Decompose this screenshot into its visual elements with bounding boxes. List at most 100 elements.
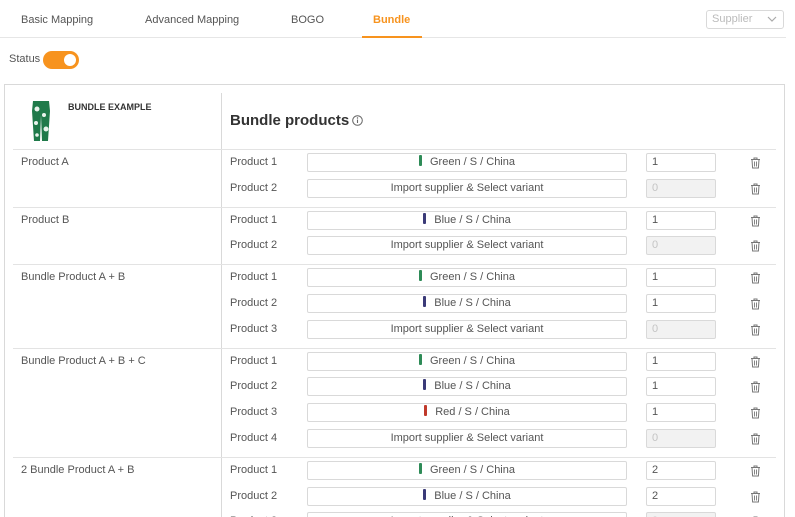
import-supplier-button[interactable]: Import supplier & Select variant [307,236,627,256]
variant-selector[interactable]: Red / S / China [307,403,627,423]
variant-selector[interactable]: Green / S / China [307,460,627,480]
group-separator [13,206,776,208]
product-thumbnail [32,101,50,141]
quantity-input[interactable]: 1 [646,210,716,230]
quantity-input[interactable]: 2 [646,460,716,480]
variant-text: Import supplier & Select variant [390,432,544,444]
variant-text: Green / S / China [430,156,515,168]
product-slot-label: Product 3 [230,322,278,335]
quantity-input: 0 [646,429,716,448]
variant-selector[interactable]: Green / S / China [307,268,627,288]
variant-selector[interactable]: Green / S / China [307,351,627,371]
delete-icon[interactable] [750,183,761,195]
delete-icon[interactable] [750,157,761,169]
delete-icon[interactable] [750,272,761,284]
supplier-select-placeholder: Supplier [712,13,753,25]
import-supplier-button[interactable]: Import supplier & Select variant [307,319,627,339]
variant-swatch-icon [419,353,422,365]
variant-selector[interactable]: Blue / S / China [307,210,627,230]
variant-swatch-icon [423,212,427,224]
variant-text: Import supplier & Select variant [390,239,544,252]
variant-text: Green / S / China [430,463,515,476]
variant-selector[interactable]: Blue / S / China [307,294,627,313]
product-slot-label: Product 1 [230,271,278,284]
bundle-group-name: Bundle Product A + B + C [21,354,146,367]
group-separator [13,264,776,266]
bundle-group-name: 2 Bundle Product A + B [21,463,135,476]
supplier-select[interactable]: Supplier [706,10,784,29]
product-slot-label: Product 1 [230,213,278,226]
variant-text: Red / S / China [435,406,510,419]
delete-icon[interactable] [750,381,761,393]
variant-selector[interactable]: Blue / S / China [307,486,627,506]
product-slot-label: Product 2 [230,380,278,393]
quantity-input[interactable]: 1 [646,351,716,371]
variant-text: Blue / S / China [434,297,511,309]
product-slot-label: Product 4 [230,432,278,444]
group-separator [13,456,776,458]
variant-swatch-icon [419,270,422,282]
bundle-example-label: BUNDLE EXAMPLE [68,102,152,112]
variant-swatch-icon [423,379,427,391]
info-icon[interactable] [352,115,363,126]
delete-icon[interactable] [750,433,761,445]
status-toggle[interactable] [43,51,79,69]
product-slot-label: Product 1 [230,463,278,476]
variant-swatch-icon [424,405,428,417]
delete-icon[interactable] [750,465,761,477]
quantity-input: 0 [646,319,716,339]
variant-text: Import supplier & Select variant [390,181,544,194]
variant-selector[interactable]: Blue / S / China [307,377,627,397]
variant-text: Green / S / China [430,354,515,367]
product-slot-label: Product 2 [230,297,278,309]
product-slot-label: Product 3 [230,406,278,419]
variant-swatch-icon [423,488,427,500]
quantity-input: 0 [646,236,716,256]
variant-text: Import supplier & Select variant [390,322,544,335]
group-separator [13,149,776,150]
variant-swatch-icon [423,296,427,307]
product-slot-label: Product 2 [230,239,278,252]
variant-swatch-icon [419,462,422,474]
delete-icon[interactable] [750,215,761,227]
column-divider [221,93,222,517]
chevron-down-icon [767,16,777,22]
product-slot-label: Product 2 [230,181,278,194]
delete-icon[interactable] [750,356,761,368]
import-supplier-button[interactable]: Import supplier & Select variant [307,512,627,517]
delete-icon[interactable] [750,298,761,310]
variant-text: Green / S / China [430,271,515,284]
tab-bogo[interactable]: BOGO [291,14,324,26]
bundle-panel: BUNDLE EXAMPLE Bundle products Product A… [4,84,785,517]
product-slot-label: Product 2 [230,489,278,502]
tab-advanced-mapping[interactable]: Advanced Mapping [145,14,239,26]
variant-text: Blue / S / China [434,489,511,502]
import-supplier-button[interactable]: Import supplier & Select variant [307,178,627,198]
group-separator [13,347,776,349]
tab-basic-mapping[interactable]: Basic Mapping [21,14,93,26]
variant-text: Blue / S / China [434,380,511,393]
delete-icon[interactable] [750,491,761,503]
product-slot-label: Product 1 [230,156,278,168]
variant-swatch-icon [419,155,422,166]
delete-icon[interactable] [750,240,761,252]
quantity-input[interactable]: 1 [646,268,716,288]
quantity-input[interactable]: 1 [646,377,716,397]
product-slot-label: Product 1 [230,354,278,367]
quantity-input[interactable]: 1 [646,403,716,423]
tab-bundle[interactable]: Bundle [373,14,410,26]
variant-selector[interactable]: Green / S / China [307,153,627,172]
quantity-input[interactable]: 1 [646,294,716,313]
quantity-input[interactable]: 2 [646,486,716,506]
delete-icon[interactable] [750,407,761,419]
toggle-knob [64,54,76,66]
delete-icon[interactable] [750,324,761,336]
quantity-input[interactable]: 1 [646,153,716,172]
quantity-input: 0 [646,178,716,198]
tab-bar: Basic Mapping Advanced Mapping BOGO Bund… [0,0,786,38]
bundle-group-name: Product B [21,213,70,226]
active-tab-indicator [362,36,422,38]
status-label: Status [9,53,41,65]
variant-text: Blue / S / China [434,213,511,226]
import-supplier-button[interactable]: Import supplier & Select variant [307,429,627,448]
